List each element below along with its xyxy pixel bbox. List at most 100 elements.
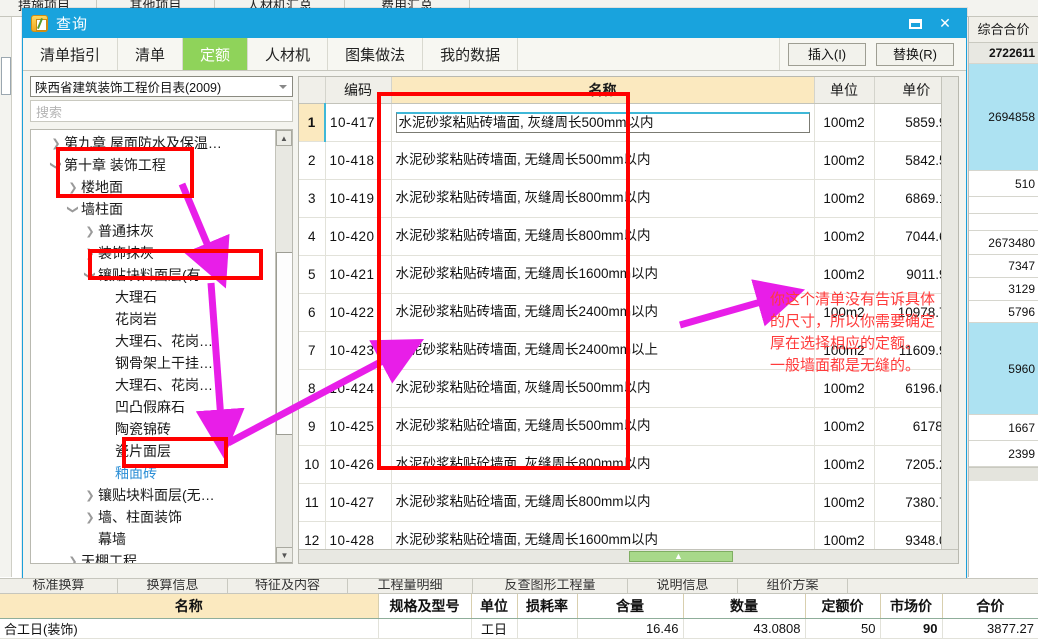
mcol-quota-price[interactable]: 定额价 — [805, 594, 881, 619]
material-row[interactable]: 合工日(装饰) 工日 16.46 43.0808 50 90 3877.27 — [0, 618, 1038, 639]
tree-item[interactable]: 陶瓷锦砖 — [31, 418, 275, 440]
cell-unit[interactable]: 100m2 — [814, 217, 875, 256]
bottom-tab-0[interactable]: 标准换算 — [0, 579, 118, 593]
cell-rownum[interactable]: 7 — [299, 331, 326, 370]
right-panel-row[interactable] — [969, 197, 1038, 214]
table-row[interactable]: 5 10-421 水泥砂浆粘贴砖墙面, 无缝周长1600mm以内 100m2 9011.… — [299, 255, 958, 294]
tree-item[interactable]: 釉面砖 — [31, 462, 275, 484]
tree-item[interactable]: 瓷片面层 — [31, 440, 275, 462]
cell-code[interactable]: 10-426 — [325, 445, 392, 484]
tree-item[interactable]: ❯ 普通抹灰 — [31, 220, 275, 242]
cell-code[interactable]: 10-421 — [325, 255, 392, 294]
cell-rownum[interactable]: 8 — [299, 369, 326, 408]
table-row[interactable]: 7 10-423 水泥砂浆粘贴砖墙面, 无缝周长2400mm以上 100m2 11609… — [299, 331, 958, 370]
search-input[interactable]: 搜索 — [30, 100, 293, 122]
cell-unit[interactable]: 100m2 — [814, 483, 875, 522]
chevron-right-icon[interactable]: ❯ — [82, 489, 98, 502]
cell-unit[interactable]: 100m2 — [814, 331, 875, 370]
bottom-tab-5[interactable]: 说明信息 — [628, 579, 738, 593]
cell-name[interactable]: 水泥砂浆粘贴砖墙面, 无缝周长800mm以内 — [391, 217, 815, 256]
tree-item[interactable]: ❯ 装饰抹灰 — [31, 242, 275, 264]
mcol-unit[interactable]: 单位 — [471, 594, 518, 619]
tree-scrollbar[interactable]: ▲ ▼ — [275, 130, 292, 563]
chevron-down-icon[interactable]: ❯ — [50, 157, 63, 173]
right-panel-row[interactable] — [969, 214, 1038, 231]
tab-tujizuofa[interactable]: 图集做法 — [328, 38, 424, 70]
chevron-right-icon[interactable]: ❯ — [65, 181, 81, 194]
cell-code[interactable]: 10-425 — [325, 407, 392, 446]
cell-name[interactable]: 水泥砂浆粘贴砖墙面, 无缝周长500mm以内 — [391, 141, 815, 180]
cell-name[interactable]: 水泥砂浆粘贴砼墙面, 无缝周长500mm以内 — [391, 407, 815, 446]
cell-name[interactable]: 水泥砂浆粘贴砖墙面, 无缝周长2400mm以上 — [391, 331, 815, 370]
cell-rownum[interactable]: 9 — [299, 407, 326, 446]
cell-name[interactable]: 水泥砂浆粘贴砖墙面, 灰缝周长500mm以内 — [391, 103, 815, 142]
cell-rownum[interactable]: 5 — [299, 255, 326, 294]
tree-item[interactable]: ❯ 墙、柱面装饰 — [31, 506, 275, 528]
chevron-right-icon[interactable]: ❯ — [65, 555, 81, 564]
chevron-right-icon[interactable]: ❯ — [82, 511, 98, 524]
tree-item[interactable]: ❯ 第九章 屋面防水及保温… — [31, 132, 275, 154]
chevron-right-icon[interactable]: ❯ — [48, 137, 64, 150]
cell-rownum[interactable]: 3 — [299, 179, 326, 218]
cell-code[interactable]: 10-419 — [325, 179, 392, 218]
col-rownum[interactable] — [299, 77, 326, 104]
chevron-down-icon[interactable]: ❯ — [67, 201, 80, 217]
cell-rownum[interactable]: 4 — [299, 217, 326, 256]
tree-item[interactable]: 花岗岩 — [31, 308, 275, 330]
insert-button[interactable]: 插入(I) — [788, 42, 866, 66]
cell-code[interactable]: 10-427 — [325, 483, 392, 522]
mcol-name[interactable]: 名称 — [0, 594, 379, 619]
cell-code[interactable]: 10-418 — [325, 141, 392, 180]
right-panel-row[interactable]: 1667 — [969, 415, 1038, 441]
scroll-down-icon[interactable]: ▼ — [276, 547, 292, 563]
cell-code[interactable]: 10-417 — [324, 103, 392, 142]
cell-name[interactable]: 水泥砂浆粘贴砼墙面, 灰缝周长800mm以内 — [391, 445, 815, 484]
cell-unit[interactable]: 100m2 — [814, 369, 875, 408]
catalog-select[interactable]: 陕西省建筑装饰工程价目表(2009) — [30, 76, 293, 97]
tab-qingdanzhiyin[interactable]: 清单指引 — [23, 38, 119, 70]
cell-unit[interactable]: 100m2 — [814, 179, 875, 218]
table-row[interactable]: 11 10-427 水泥砂浆粘贴砼墙面, 无缝周长800mm以内 100m2 7380.… — [299, 483, 958, 522]
cell-name[interactable]: 水泥砂浆粘贴砖墙面, 灰缝周长800mm以内 — [391, 179, 815, 218]
catalog-tree[interactable]: ❯ 第九章 屋面防水及保温… ❯ 第十章 装饰工程 ❯ 楼地面 ❯ 墙柱面 ❯ 普通抹灰 ❯ 装饰抹灰… — [31, 130, 275, 563]
chevron-right-icon[interactable]: ❯ — [82, 225, 98, 238]
tree-item[interactable]: 钢骨架上干挂… — [31, 352, 275, 374]
cell-unit[interactable]: 100m2 — [814, 141, 875, 180]
right-panel-row[interactable]: 510 — [969, 171, 1038, 197]
cell-unit[interactable]: 100m2 — [814, 407, 875, 446]
cell-code[interactable]: 10-422 — [325, 293, 392, 332]
chevron-down-icon[interactable]: ❯ — [84, 267, 97, 283]
table-row[interactable]: 4 10-420 水泥砂浆粘贴砖墙面, 无缝周长800mm以内 100m2 7044.6… — [299, 217, 958, 256]
tree-item[interactable]: 大理石、花岗… — [31, 374, 275, 396]
cell-rownum[interactable]: 1 — [299, 103, 326, 142]
right-panel-row[interactable]: 5960 — [969, 323, 1038, 415]
grid-horizontal-scrollbar[interactable]: ▲ — [299, 549, 958, 563]
cell-unit[interactable]: 100m2 — [814, 293, 875, 332]
bottom-tab-1[interactable]: 换算信息 — [118, 579, 228, 593]
cell-code[interactable]: 10-424 — [325, 369, 392, 408]
bottom-tab-6[interactable]: 组价方案 — [738, 579, 848, 593]
tree-item[interactable]: ❯ 墙柱面 — [31, 198, 275, 220]
right-panel-row[interactable]: 7347 — [969, 255, 1038, 278]
cell-unit[interactable]: 100m2 — [814, 445, 875, 484]
right-panel-row[interactable]: 2694858 — [969, 64, 1038, 171]
bottom-tab-4[interactable]: 反查图形工程量 — [473, 579, 628, 593]
col-name[interactable]: 名称 — [391, 77, 815, 104]
table-row[interactable]: 6 10-422 水泥砂浆粘贴砖墙面, 无缝周长2400mm以内 100m2 10978… — [299, 293, 958, 332]
mcol-loss[interactable]: 损耗率 — [517, 594, 578, 619]
cell-name[interactable]: 水泥砂浆粘贴砼墙面, 灰缝周长500mm以内 — [391, 369, 815, 408]
cell-rownum[interactable]: 10 — [299, 445, 326, 484]
cell-unit[interactable]: 100m2 — [814, 103, 875, 142]
cell-rownum[interactable]: 6 — [299, 293, 326, 332]
mcol-qty[interactable]: 数量 — [683, 594, 806, 619]
tab-wodeshuju[interactable]: 我的数据 — [423, 38, 519, 70]
close-button[interactable]: ✕ — [930, 12, 960, 36]
tab-rencaiji[interactable]: 人材机 — [248, 38, 329, 70]
tree-item[interactable]: 幕墙 — [31, 528, 275, 550]
scroll-up-icon[interactable]: ▲ — [276, 130, 292, 146]
tree-item[interactable]: ❯ 第十章 装饰工程 — [31, 154, 275, 176]
col-code[interactable]: 编码 — [325, 77, 392, 104]
dialog-title-bar[interactable]: 查询 ✕ — [23, 9, 966, 38]
grid-vertical-scrollbar[interactable] — [941, 77, 958, 549]
mcol-content[interactable]: 含量 — [577, 594, 684, 619]
